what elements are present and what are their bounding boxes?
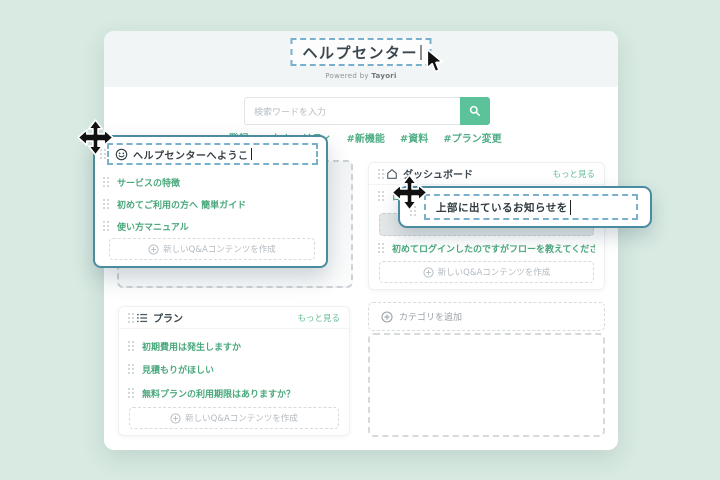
editor-stage: ヘルプセンター Powered by Tayori 検索ワードを入力 #登録 #… [0,0,720,480]
qa-item[interactable]: サービスの特徴 [103,175,318,189]
qa-item-label: 初めてログインしたのですがフローを教えてください [392,242,595,255]
drag-handle-icon[interactable] [410,206,412,208]
qa-item[interactable]: 見積もりがほしい [119,362,349,376]
drag-handle-icon[interactable] [128,313,130,315]
drag-handle-icon[interactable] [128,364,130,366]
category-title: ヘルプセンターへようこ [133,147,249,162]
category-title: プラン [153,310,183,325]
powered-by: Powered by Tayori [104,72,618,80]
category-card-plan[interactable]: プラン もっと見る 初期費用は発生しますか 見積もりがほしい 無料プランの利用期… [118,306,350,436]
qa-item-label: 上部に出ているお知らせを [436,200,568,215]
search-icon [469,105,481,117]
text-caret [570,200,572,215]
add-qa-content-button[interactable]: 新しいQ&Aコンテンツを作成 [379,261,594,283]
dragged-qa-item[interactable]: 上部に出ているお知らせを [398,186,652,228]
search-bar: 検索ワードを入力 [244,97,490,125]
plus-circle-icon [170,413,181,424]
qa-item[interactable]: 初めてご利用の方へ 簡単ガイド [103,197,318,211]
tag-link[interactable]: #新機能 [347,130,385,145]
add-category-label: カテゴリを追加 [399,310,462,323]
tag-link[interactable]: #プラン変更 [443,130,501,145]
qa-item-label: 使い方マニュアル [117,220,189,233]
drag-handle-icon[interactable] [103,177,105,179]
home-icon [386,168,398,180]
brand-name: Tayori [371,72,396,80]
qa-item[interactable]: 初めてログインしたのですがフローを教えてください [369,241,604,255]
qa-item-editor[interactable]: 上部に出ているお知らせを [424,194,638,220]
add-qa-content-label: 新しいQ&Aコンテンツを作成 [163,243,276,255]
empty-category-slot [368,333,605,437]
qa-item-label: 見積もりがほしい [142,363,214,376]
category-header: プラン もっと見る [119,307,349,329]
plus-circle-icon [381,311,393,323]
qa-item-label: 初期費用は発生しますか [142,340,241,353]
site-title: ヘルプセンター [302,42,418,63]
qa-item-label: 無料プランの利用期限はありますか？ [142,387,295,400]
qa-item[interactable]: 無料プランの利用期限はありますか？ [119,386,349,400]
tag-link[interactable]: #資料 [400,130,428,145]
plus-circle-icon [148,244,159,255]
add-qa-content-label: 新しいQ&Aコンテンツを作成 [185,412,298,424]
text-caret [251,148,253,160]
category-title-editor[interactable]: ヘルプセンターへようこ [107,143,318,165]
list-icon [136,312,148,324]
drag-handle-icon[interactable] [103,199,105,201]
drag-handle-icon[interactable] [378,191,380,193]
drag-handle-icon[interactable] [103,221,105,223]
qa-item-label: 初めてご利用の方へ 簡単ガイド [117,198,246,211]
header-band: ヘルプセンター Powered by Tayori [104,31,618,87]
dragged-category-card-welcome[interactable]: ヘルプセンターへようこ サービスの特徴 初めてご利用の方へ 簡単ガイド 使い方マ… [93,135,328,268]
drag-handle-icon[interactable] [128,388,130,390]
category-header: ダッシュボード もっと見る [369,163,604,185]
drag-handle-icon[interactable] [128,341,130,343]
plus-circle-icon [423,267,434,278]
drag-handle-icon[interactable] [378,243,380,245]
drag-handle-icon[interactable] [100,149,102,151]
qa-item[interactable]: 使い方マニュアル [103,219,318,233]
smiley-icon [115,148,128,161]
search-button[interactable] [460,97,490,125]
search-input[interactable]: 検索ワードを入力 [244,97,460,125]
add-qa-content-button[interactable]: 新しいQ&Aコンテンツを作成 [129,407,339,429]
add-qa-content-button[interactable]: 新しいQ&Aコンテンツを作成 [109,238,315,260]
drag-handle-icon[interactable] [378,169,380,171]
add-category-button[interactable]: カテゴリを追加 [368,302,605,331]
text-caret [420,45,422,60]
add-qa-content-label: 新しいQ&Aコンテンツを作成 [438,266,551,278]
qa-item[interactable]: 初期費用は発生しますか [119,339,349,353]
see-more-link[interactable]: もっと見る [552,168,595,180]
category-title: ダッシュボード [403,166,473,181]
see-more-link[interactable]: もっと見る [297,312,340,324]
qa-item-label: サービスの特徴 [117,176,180,189]
site-title-editor[interactable]: ヘルプセンター [290,38,431,66]
